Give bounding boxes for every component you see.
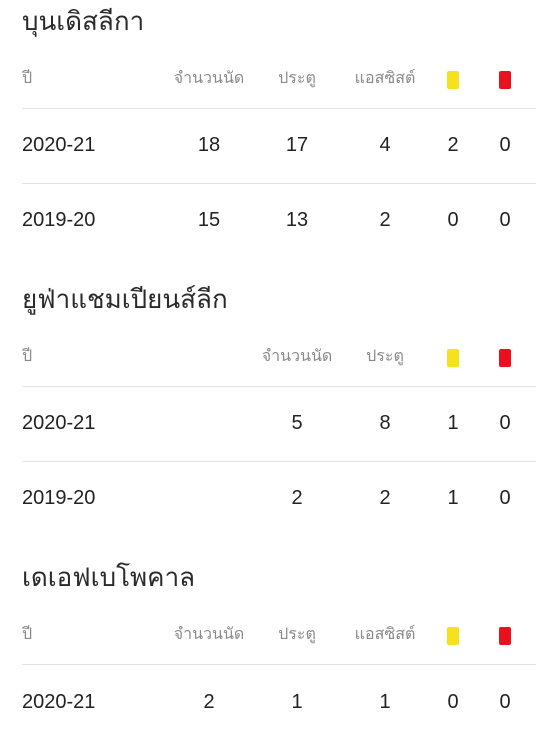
divider: [22, 664, 536, 665]
header-season: ปี: [22, 624, 33, 643]
header-season: ปี: [22, 68, 33, 87]
header-goals: ประตู: [366, 346, 404, 365]
divider: [22, 386, 536, 387]
stats-section-dfb-pokal: เดเอฟเบโพคาล ปี จำนวนนัด ประตู แอสซิสต์ …: [0, 556, 536, 738]
section-title: ยูฟ่าแชมเปียนส์ลีก: [22, 285, 228, 315]
cell-appearances: 5: [291, 412, 303, 434]
cell-goals: 2: [379, 487, 391, 509]
stats-section-champions-league: ยูฟ่าแชมเปียนส์ลีก ปี จำนวนนัด ประตู 202…: [0, 278, 536, 538]
cell-appearances: 15: [197, 209, 221, 231]
divider: [22, 183, 536, 184]
red-card-icon: [499, 71, 511, 89]
cell-red-cards: 0: [499, 209, 511, 231]
header-appearances: จำนวนนัด: [173, 68, 245, 87]
red-card-icon: [499, 627, 511, 645]
section-title: บุนเดิสลีกา: [22, 7, 145, 37]
yellow-card-icon: [447, 627, 459, 645]
cell-season: 2020-21: [22, 412, 96, 434]
cell-red-cards: 0: [499, 691, 511, 713]
header-assists: แอสซิสต์: [354, 624, 416, 643]
cell-yellow-cards: 1: [447, 412, 459, 434]
header-appearances: จำนวนนัด: [173, 624, 245, 643]
cell-assists: 2: [379, 209, 391, 231]
cell-yellow-cards: 0: [447, 209, 459, 231]
cell-goals: 17: [285, 134, 309, 156]
cell-goals: 8: [379, 412, 391, 434]
cell-assists: 1: [379, 691, 391, 713]
cell-red-cards: 0: [499, 412, 511, 434]
cell-goals: 1: [291, 691, 303, 713]
cell-red-cards: 0: [499, 487, 511, 509]
red-card-icon: [499, 349, 511, 367]
cell-yellow-cards: 0: [447, 691, 459, 713]
divider: [22, 461, 536, 462]
yellow-card-icon: [447, 349, 459, 367]
cell-appearances: 2: [291, 487, 303, 509]
cell-yellow-cards: 1: [447, 487, 459, 509]
stats-section-bundesliga: บุนเดิสลีกา ปี จำนวนนัด ประตู แอสซิสต์ 2…: [0, 0, 536, 260]
cell-season: 2020-21: [22, 691, 96, 713]
yellow-card-icon: [447, 71, 459, 89]
cell-assists: 4: [379, 134, 391, 156]
header-season: ปี: [22, 346, 33, 365]
cell-red-cards: 0: [499, 134, 511, 156]
cell-season: 2019-20: [22, 209, 96, 231]
cell-goals: 13: [285, 209, 309, 231]
header-appearances: จำนวนนัด: [261, 346, 333, 365]
header-goals: ประตู: [278, 624, 316, 643]
section-title: เดเอฟเบโพคาล: [22, 563, 196, 593]
header-assists: แอสซิสต์: [354, 68, 416, 87]
cell-appearances: 18: [197, 134, 221, 156]
cell-yellow-cards: 2: [447, 134, 459, 156]
cell-season: 2019-20: [22, 487, 96, 509]
divider: [22, 108, 536, 109]
header-goals: ประตู: [278, 68, 316, 87]
cell-appearances: 2: [203, 691, 215, 713]
cell-season: 2020-21: [22, 134, 96, 156]
